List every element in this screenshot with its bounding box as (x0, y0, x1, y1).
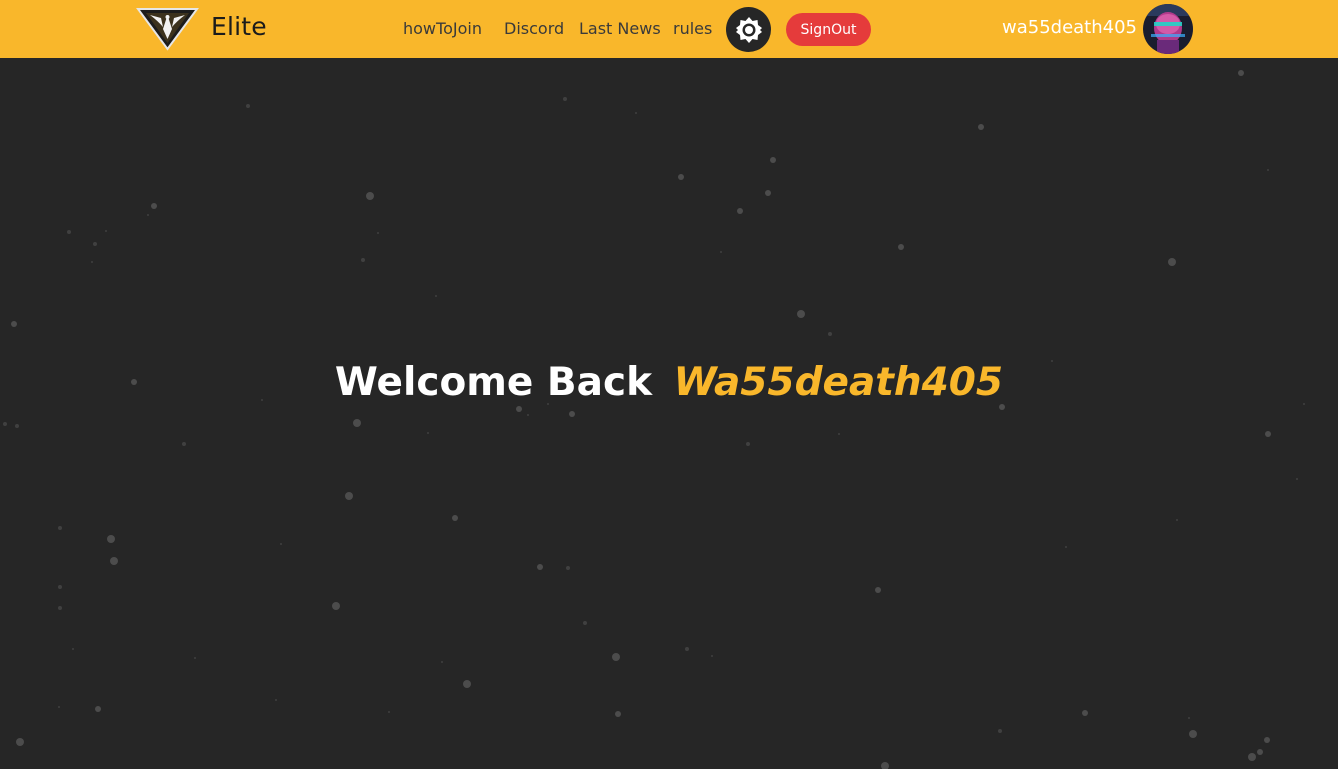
signout-button[interactable]: SignOut (786, 13, 871, 46)
elite-logo-icon[interactable] (136, 5, 199, 51)
nav-link-rules[interactable]: rules (673, 19, 712, 38)
welcome-heading: Welcome Back Wa55death405 (0, 360, 1338, 405)
user-name[interactable]: wa55death405 (1002, 17, 1137, 38)
nav-link-howtojoin[interactable]: howToJoin (403, 19, 482, 38)
brand-name[interactable]: Elite (211, 12, 267, 41)
nav-link-last-news[interactable]: Last News (579, 19, 661, 38)
welcome-greeting: Welcome Back (334, 360, 653, 405)
particle-background (3, 70, 1305, 769)
avatar[interactable] (1143, 4, 1193, 54)
brightness-icon (735, 16, 762, 43)
theme-toggle-button[interactable] (726, 7, 771, 52)
nav-link-discord[interactable]: Discord (504, 19, 564, 38)
welcome-username: Wa55death405 (673, 360, 1004, 405)
user-avatar-icon (1143, 4, 1193, 54)
top-navbar: Elite howToJoin Discord Last News rules … (0, 0, 1338, 58)
